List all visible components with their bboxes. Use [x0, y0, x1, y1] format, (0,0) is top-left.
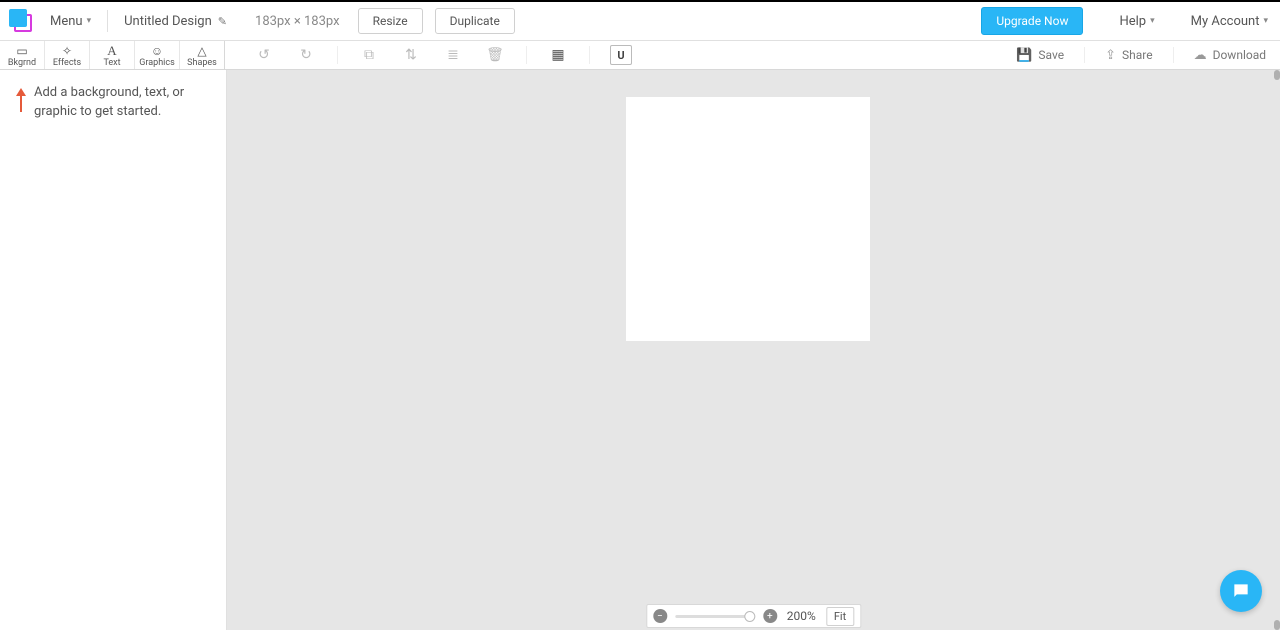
zoom-slider-thumb[interactable]: [744, 611, 755, 622]
help-label: Help: [1119, 14, 1146, 29]
main-area: Add a background, text, or graphic to ge…: [0, 70, 1280, 630]
canvas-area[interactable]: − + 200% Fit: [227, 70, 1280, 630]
tool-label: Text: [103, 58, 120, 68]
tool-graphics[interactable]: ☺ Graphics: [135, 41, 180, 69]
zoom-slider[interactable]: [675, 615, 755, 618]
save-button[interactable]: 💾 Save: [1016, 48, 1064, 63]
download-label: Download: [1213, 48, 1266, 62]
app-logo[interactable]: [10, 10, 32, 32]
left-panel: Add a background, text, or graphic to ge…: [0, 70, 227, 630]
divider: [1173, 47, 1174, 63]
copy-icon[interactable]: ⧉: [358, 44, 380, 66]
toolbar: ▭ Bkgrnd ✧ Effects A Text ☺ Graphics △ S…: [0, 41, 1280, 70]
layer-order-icon[interactable]: ⇅: [400, 44, 422, 66]
download-button[interactable]: ☁ Download: [1194, 48, 1266, 63]
canvas-dimensions: 183px × 183px: [255, 14, 340, 29]
tool-background[interactable]: ▭ Bkgrnd: [0, 41, 45, 69]
divider: [107, 10, 108, 32]
duplicate-button[interactable]: Duplicate: [435, 8, 515, 34]
caret-down-icon: ▾: [1263, 16, 1268, 26]
zoom-percent: 200%: [787, 609, 816, 623]
account-label: My Account: [1191, 14, 1260, 29]
magnet-icon: U: [610, 45, 632, 65]
layers-icon[interactable]: ≣: [442, 44, 464, 66]
design-title-text: Untitled Design: [124, 14, 212, 29]
trash-icon[interactable]: 🗑: [484, 44, 506, 66]
vertical-scrollbar[interactable]: [1274, 70, 1280, 630]
zoom-in-button[interactable]: +: [763, 609, 777, 623]
share-button[interactable]: ⇪ Share: [1105, 48, 1153, 63]
edit-icon-group: ↺ ↻ ⧉ ⇅ ≣ 🗑 ▦ U: [225, 41, 642, 69]
chat-fab[interactable]: [1220, 570, 1262, 612]
tool-shapes[interactable]: △ Shapes: [180, 41, 225, 69]
text-icon: A: [107, 45, 116, 57]
tool-text[interactable]: A Text: [90, 41, 135, 69]
tool-label: Effects: [53, 58, 81, 68]
divider: [1084, 47, 1085, 63]
tool-label: Bkgrnd: [8, 58, 36, 68]
triangle-icon: △: [197, 45, 206, 57]
cloud-download-icon: ☁: [1194, 48, 1207, 63]
tool-label: Shapes: [187, 58, 217, 68]
tool-effects[interactable]: ✧ Effects: [45, 41, 90, 69]
share-icon: ⇪: [1105, 48, 1116, 63]
toolbar-actions: 💾 Save ⇪ Share ☁ Download: [996, 41, 1280, 69]
grid-icon[interactable]: ▦: [547, 44, 569, 66]
help-dropdown[interactable]: Help ▾: [1119, 14, 1154, 29]
scrollbar-thumb[interactable]: [1274, 70, 1280, 80]
caret-down-icon: ▾: [1150, 16, 1155, 26]
pencil-icon[interactable]: ✎: [218, 15, 227, 28]
design-title[interactable]: Untitled Design ✎: [124, 14, 227, 29]
chat-icon: [1231, 581, 1251, 601]
hint-text: Add a background, text, or graphic to ge…: [34, 84, 210, 122]
save-icon: 💾: [1016, 48, 1032, 63]
menu-label: Menu: [50, 14, 83, 29]
zoom-fit-button[interactable]: Fit: [826, 607, 854, 626]
undo-icon[interactable]: ↺: [253, 44, 275, 66]
wand-icon: ✧: [62, 45, 72, 57]
scrollbar-thumb[interactable]: [1274, 620, 1280, 630]
resize-button[interactable]: Resize: [358, 8, 423, 34]
account-dropdown[interactable]: My Account ▾: [1191, 14, 1268, 29]
caret-down-icon: ▾: [87, 16, 92, 26]
menu-dropdown[interactable]: Menu ▾: [50, 14, 91, 29]
divider: [526, 46, 527, 64]
share-label: Share: [1122, 48, 1153, 62]
snap-toggle[interactable]: U: [610, 44, 632, 66]
image-icon: ▭: [16, 45, 27, 57]
header-bar: Menu ▾ Untitled Design ✎ 183px × 183px R…: [0, 2, 1280, 41]
zoom-control: − + 200% Fit: [646, 604, 861, 628]
divider: [589, 46, 590, 64]
divider: [337, 46, 338, 64]
redo-icon[interactable]: ↻: [295, 44, 317, 66]
upgrade-button[interactable]: Upgrade Now: [981, 7, 1083, 35]
artboard[interactable]: [626, 97, 870, 341]
tool-label: Graphics: [139, 58, 174, 68]
zoom-out-button[interactable]: −: [653, 609, 667, 623]
save-label: Save: [1038, 48, 1064, 62]
arrow-up-icon: [16, 88, 26, 112]
smiley-icon: ☺: [151, 45, 163, 57]
